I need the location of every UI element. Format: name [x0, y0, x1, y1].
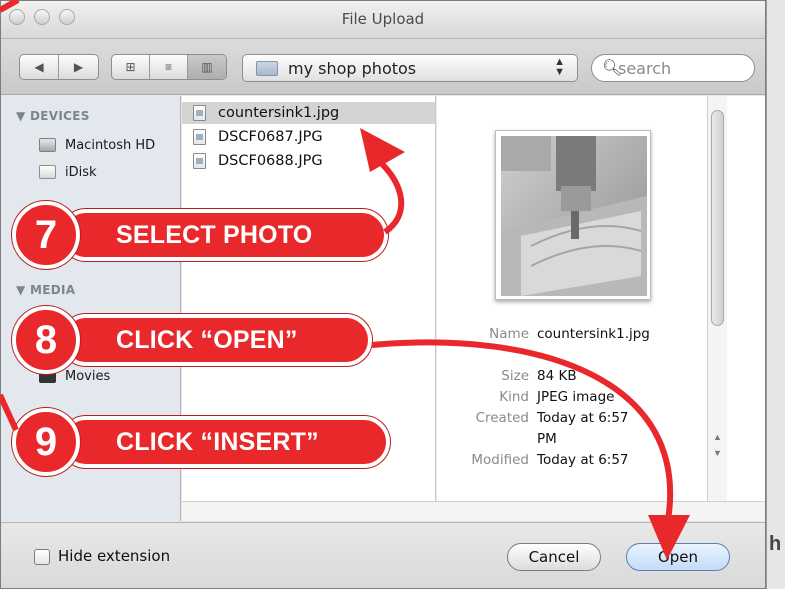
window-title: File Upload	[341, 10, 425, 28]
file-item-countersink1[interactable]: countersink1.jpg	[182, 102, 435, 124]
title-bar: File Upload	[1, 1, 765, 39]
scroll-up-icon[interactable]: ▲	[713, 432, 722, 442]
icon-view-button[interactable]: ⊞	[112, 55, 150, 79]
view-mode-control: ⊞ ≡ ▥	[111, 54, 227, 80]
background-partial-heading: h	[769, 533, 782, 555]
scroll-down-icon[interactable]: ▼	[713, 448, 722, 458]
hide-extension-label[interactable]: Hide extension	[58, 547, 170, 565]
file-name: DSCF0687.JPG	[218, 129, 323, 145]
sidebar-devices-header[interactable]: ▼ DEVICES	[16, 109, 90, 123]
sidebar-item-macintosh-hd[interactable]: Macintosh HD	[39, 135, 155, 155]
forward-button[interactable]: ▶	[59, 55, 98, 79]
modified-value: Today at 6:57	[537, 452, 629, 468]
search-field[interactable]: 🔍︎	[591, 54, 755, 82]
image-file-icon	[193, 153, 206, 169]
list-view-button[interactable]: ≡	[150, 55, 188, 79]
name-value: countersink1.jpg	[537, 326, 650, 342]
file-name: countersink1.jpg	[218, 105, 340, 121]
back-button[interactable]: ◀	[20, 55, 59, 79]
image-file-icon	[193, 129, 206, 145]
name-key: Name	[489, 326, 529, 342]
modified-key: Modified	[471, 452, 529, 468]
annotation-click-insert: CLICK “INSERT”	[60, 416, 390, 468]
file-item-dscf0688[interactable]: DSCF0688.JPG	[182, 150, 435, 172]
annotation-step-9-badge: 9	[12, 408, 80, 476]
kind-value: JPEG image	[537, 389, 615, 405]
dialog-footer: Hide extension Cancel Open	[1, 522, 765, 588]
folder-icon	[256, 61, 278, 76]
column-view-button[interactable]: ▥	[188, 55, 226, 79]
created-value: Today at 6:57 PM	[537, 410, 629, 447]
updown-arrows-icon: ▲ ▼	[554, 56, 565, 78]
size-key: Size	[501, 368, 529, 384]
sidebar-item-label: iDisk	[65, 164, 97, 180]
kind-key: Kind	[499, 389, 529, 405]
vertical-scrollbar[interactable]: ▲ ▼	[707, 96, 727, 521]
file-upload-dialog: File Upload ◀ ▶ ⊞ ≡ ▥ my shop photos ▲ ▼ …	[0, 0, 766, 589]
image-file-icon	[193, 105, 206, 121]
annotation-text: CLICK “OPEN”	[116, 325, 298, 354]
preview-thumbnail	[495, 130, 651, 300]
annotation-click-open: CLICK “OPEN”	[60, 314, 372, 366]
annotation-step-8-badge: 8	[12, 306, 80, 374]
sidebar-media-header[interactable]: ▼ MEDIA	[16, 283, 75, 297]
annotation-text: SELECT PHOTO	[116, 220, 313, 249]
open-button[interactable]: Open	[626, 543, 730, 571]
next-column-pane	[727, 96, 765, 521]
sidebar-item-label: Movies	[65, 368, 111, 384]
search-input[interactable]	[618, 58, 743, 78]
preview-pane: Name countersink1.jpg Size 84 KB Kind JP…	[437, 96, 729, 521]
annotation-select-photo: SELECT PHOTO	[60, 209, 388, 261]
countersink-photo-image	[501, 136, 647, 296]
file-item-dscf0687[interactable]: DSCF0687.JPG	[182, 126, 435, 148]
toolbar: ◀ ▶ ⊞ ≡ ▥ my shop photos ▲ ▼ 🔍︎	[1, 39, 765, 95]
back-forward-control: ◀ ▶	[19, 54, 99, 80]
location-label: my shop photos	[288, 59, 417, 78]
background-app-right-edge: h	[766, 0, 785, 589]
hide-extension-checkbox[interactable]	[34, 549, 50, 565]
idisk-icon	[39, 165, 56, 179]
cancel-button[interactable]: Cancel	[507, 543, 601, 571]
scroll-thumb[interactable]	[711, 110, 724, 326]
annotation-step-7-badge: 7	[12, 201, 80, 269]
sidebar-item-idisk[interactable]: iDisk	[39, 162, 97, 182]
horizontal-scrollbar[interactable]	[182, 501, 765, 521]
location-popup[interactable]: my shop photos ▲ ▼	[242, 54, 578, 82]
annotation-text: CLICK “INSERT”	[116, 427, 319, 456]
hard-drive-icon	[39, 138, 56, 152]
sidebar-item-label: Macintosh HD	[65, 137, 156, 153]
size-value: 84 KB	[537, 368, 577, 384]
file-name: DSCF0688.JPG	[218, 153, 323, 169]
created-key: Created	[475, 410, 529, 426]
